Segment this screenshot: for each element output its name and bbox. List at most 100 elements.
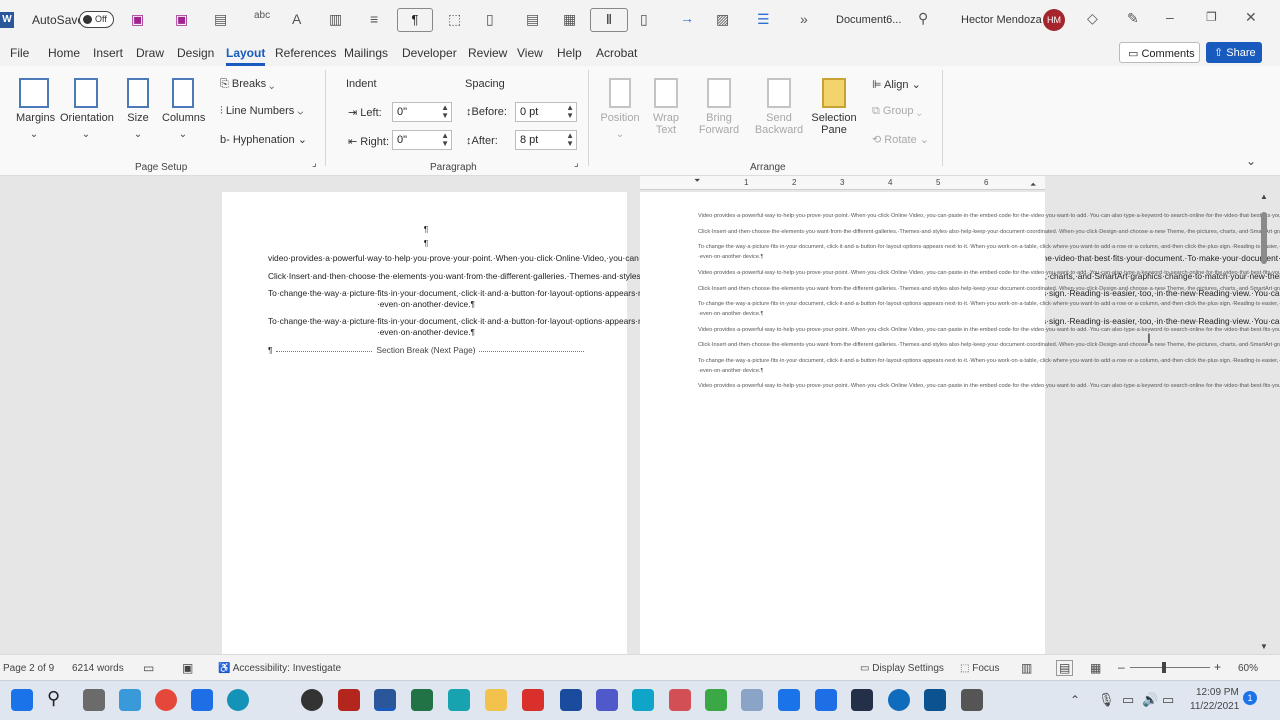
more-commands-icon[interactable]: »: [800, 12, 808, 26]
ruler-indent-marker-icon[interactable]: ⏷: [694, 176, 700, 186]
zoom-slider[interactable]: [1130, 662, 1210, 673]
tab-developer[interactable]: Developer: [402, 46, 457, 60]
collapse-ribbon-icon[interactable]: ⌄: [1246, 154, 1256, 168]
accessibility-button[interactable]: ♿ Accessibility: Investigate: [218, 663, 341, 674]
outlook-blue-icon[interactable]: [632, 689, 654, 711]
word-count[interactable]: 6214 words: [72, 663, 124, 674]
clock-time[interactable]: 12:09 PM: [1196, 687, 1239, 698]
calculator-grid-icon[interactable]: [961, 689, 983, 711]
calculator-icon[interactable]: [448, 689, 470, 711]
tab-help[interactable]: Help: [557, 46, 582, 60]
autosave-toggle[interactable]: Off: [79, 11, 114, 28]
page-setup-launcher-icon[interactable]: ⌟: [312, 158, 317, 169]
paste-icon[interactable]: ▤: [526, 12, 539, 26]
tab-view[interactable]: View: [517, 46, 543, 60]
size-button[interactable]: Size ⌄: [124, 78, 152, 142]
display-icon[interactable]: ▭: [1122, 692, 1134, 708]
save-icon[interactable]: ▣: [131, 12, 144, 26]
track-icon[interactable]: ▣: [182, 661, 193, 675]
document-page-left[interactable]: ¶ ¶ video·provides·a·powerful·way·to·hel…: [222, 192, 1280, 654]
focus-button[interactable]: ⬚ Focus: [960, 663, 999, 674]
globe-app-icon[interactable]: [888, 689, 910, 711]
windows-start-icon[interactable]: [11, 689, 33, 711]
calendar-icon[interactable]: [669, 689, 691, 711]
two-pages-button[interactable]: ⫴: [590, 8, 628, 32]
columns-qat-icon[interactable]: ▥: [329, 12, 342, 26]
pen-icon[interactable]: ✎: [1127, 11, 1139, 25]
app-notification-icon[interactable]: [560, 689, 582, 711]
line-numbers-button[interactable]: ⫶ Line Numbers ⌄: [220, 105, 303, 118]
arrow-right-icon[interactable]: →: [680, 11, 694, 25]
tab-mailings[interactable]: Mailings: [344, 46, 388, 60]
page-count[interactable]: Page 2 of 9: [3, 663, 54, 674]
display-settings-button[interactable]: ▭ Display Settings: [860, 663, 944, 674]
search-icon[interactable]: ⚲: [918, 11, 928, 25]
document-title[interactable]: Document6...: [836, 14, 901, 26]
microphone-icon[interactable]: 🎙: [1098, 692, 1115, 708]
remote-app-icon[interactable]: [924, 689, 946, 711]
picture-icon[interactable]: ▨: [716, 12, 729, 26]
zoom-in-icon[interactable]: +: [1214, 660, 1221, 674]
indent-left-field[interactable]: 0" ▲ ▼: [392, 102, 452, 122]
tab-draw[interactable]: Draw: [136, 46, 164, 60]
zoom-level[interactable]: 60%: [1238, 663, 1258, 674]
tab-review[interactable]: Review: [468, 46, 507, 60]
restore-icon[interactable]: ❐: [1206, 11, 1217, 23]
dark-app-icon[interactable]: [851, 689, 873, 711]
zoom-out-icon[interactable]: –: [1118, 660, 1125, 674]
diamond-icon[interactable]: ◇: [1087, 11, 1098, 25]
tab-references[interactable]: References: [275, 46, 336, 60]
excel-taskbar-icon[interactable]: [411, 689, 433, 711]
indent-left-spinner-icon[interactable]: ▲ ▼: [441, 104, 449, 120]
folder-icon[interactable]: [485, 689, 507, 711]
document-page-right[interactable]: Video·provides·a·powerful·way·to·help·yo…: [640, 192, 1280, 654]
mail-icon[interactable]: [778, 689, 800, 711]
close-icon[interactable]: ✕: [1245, 10, 1257, 24]
table-icon[interactable]: ▦: [563, 12, 576, 26]
clock-date[interactable]: 11/22/2021: [1190, 701, 1239, 712]
tab-design[interactable]: Design: [177, 46, 214, 60]
group-button[interactable]: ⧉ Group ⌄: [872, 105, 922, 118]
spacing-after-field[interactable]: 8 pt ▲ ▼: [515, 130, 577, 150]
resize-icon[interactable]: ⬚: [448, 12, 461, 26]
tab-layout[interactable]: Layout: [226, 46, 266, 66]
position-button[interactable]: Position ⌄: [600, 78, 640, 142]
volume-icon[interactable]: 🔊: [1142, 692, 1158, 708]
hyphenation-button[interactable]: b- Hyphenation ⌄: [220, 133, 307, 146]
proofing-icon[interactable]: ▭: [143, 661, 154, 675]
text-effects-icon[interactable]: A: [292, 12, 301, 26]
comments-button[interactable]: ▭ Comments: [1119, 42, 1200, 63]
user-avatar[interactable]: HM: [1043, 9, 1065, 31]
word-app-icon[interactable]: W: [0, 12, 14, 28]
margins-button[interactable]: Margins ⌄: [16, 78, 55, 142]
horizontal-ruler[interactable]: ⏷ 1 2 3 4 5 6 ⏶: [640, 176, 1045, 190]
columns-button[interactable]: Columns ⌄: [162, 78, 205, 142]
indent-right-spinner-icon[interactable]: ▲ ▼: [441, 132, 449, 148]
network-icon[interactable]: ▭: [1162, 692, 1174, 708]
dropbox-icon[interactable]: [191, 689, 213, 711]
green-app-icon[interactable]: [705, 689, 727, 711]
minimize-icon[interactable]: –: [1166, 10, 1174, 24]
scroll-up-icon[interactable]: ▲: [1260, 192, 1268, 201]
chrome-icon[interactable]: [155, 689, 177, 711]
selection-pane-button[interactable]: Selection Pane: [810, 78, 858, 136]
align-button[interactable]: ⊫ Align ⌄: [872, 78, 921, 91]
app-red-icon[interactable]: [338, 689, 360, 711]
bullets-icon[interactable]: ☰: [757, 12, 770, 26]
send-backward-button[interactable]: Send Backward: [750, 78, 808, 136]
spacing-before-spinner-icon[interactable]: ▲ ▼: [566, 104, 574, 120]
zoom-slider-thumb[interactable]: [1161, 662, 1166, 673]
save-as-icon[interactable]: ▣: [175, 12, 188, 26]
magnifier-icon[interactable]: [741, 689, 763, 711]
chevron-up-icon[interactable]: ⌃: [1070, 693, 1080, 707]
ruler-right-indent-icon[interactable]: ⏶: [1030, 180, 1036, 190]
file-explorer-icon[interactable]: [83, 689, 105, 711]
bring-forward-button[interactable]: Bring Forward: [692, 78, 746, 136]
spacing-after-spinner-icon[interactable]: ▲ ▼: [566, 132, 574, 148]
tab-insert[interactable]: Insert: [93, 46, 123, 60]
line-spacing-icon[interactable]: ≡: [370, 12, 378, 26]
teams-icon[interactable]: [596, 689, 618, 711]
paragraph-launcher-icon[interactable]: ⌟: [574, 158, 579, 169]
paint-icon[interactable]: [119, 689, 141, 711]
share-button[interactable]: ⇧ Share: [1206, 42, 1262, 63]
